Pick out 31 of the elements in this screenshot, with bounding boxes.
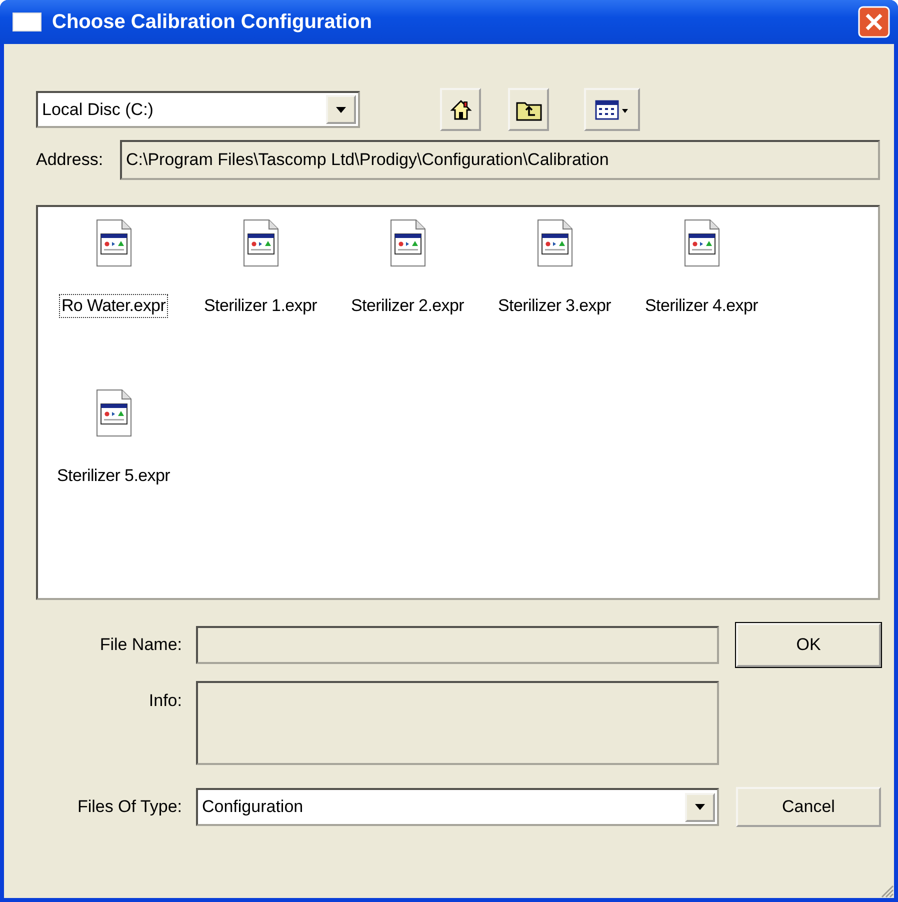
file-name[interactable]: Sterilizer 1.expr [202, 294, 319, 318]
document-icon [96, 389, 132, 437]
home-button[interactable] [440, 88, 481, 131]
info-label: Info: [148, 691, 182, 711]
home-icon [448, 98, 472, 122]
view-menu-button[interactable] [584, 88, 640, 131]
close-icon[interactable] [858, 6, 890, 38]
resize-grip-icon[interactable] [880, 884, 894, 898]
file-name[interactable]: Ro Water.expr [59, 294, 168, 318]
drive-dropdown[interactable]: Local Disc (C:) [36, 91, 360, 128]
file-name[interactable]: Sterilizer 4.expr [643, 294, 760, 318]
file-type-dropdown[interactable]: Configuration [196, 788, 719, 826]
document-icon [390, 219, 426, 267]
window-title: Choose Calibration Configuration [52, 10, 373, 34]
window-icon [12, 12, 42, 32]
cancel-button[interactable]: Cancel [736, 787, 881, 827]
file-name[interactable]: Sterilizer 3.expr [496, 294, 613, 318]
file-name-label: File Name: [98, 635, 182, 655]
address-field[interactable]: C:\Program Files\Tascomp Ltd\Prodigy\Configuration\Calibration [120, 140, 880, 180]
file-type-label: Files Of Type: [76, 797, 182, 817]
document-icon [96, 219, 132, 267]
ok-button[interactable]: OK [736, 623, 881, 667]
document-icon [684, 219, 720, 267]
up-folder-button[interactable] [508, 88, 549, 131]
grid-view-icon [595, 98, 629, 120]
file-name-field[interactable] [196, 626, 719, 664]
document-icon [242, 219, 278, 267]
document-icon [536, 219, 572, 267]
file-name[interactable]: Sterilizer 2.expr [349, 294, 466, 318]
address-label: Address: [36, 150, 104, 170]
file-name[interactable]: Sterilizer 5.expr [55, 464, 172, 488]
